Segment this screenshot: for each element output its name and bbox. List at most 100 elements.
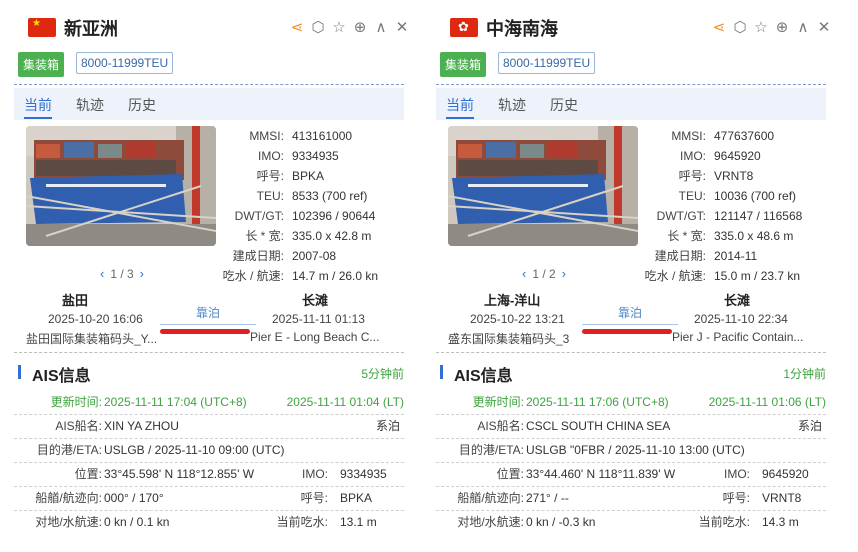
divider (14, 84, 404, 85)
tab-history[interactable]: 历史 (128, 95, 156, 115)
photo-pager: ‹ 1 / 2 › (504, 266, 584, 281)
info-value: 10036 (700 ref) (714, 189, 797, 203)
share-icon[interactable]: ⋖ (289, 17, 305, 37)
header-actions: ⋖ ⬡ ☆ ⊕ ∧ ✕ (711, 17, 832, 37)
divider (436, 352, 826, 353)
share-icon[interactable]: ⋖ (711, 17, 727, 37)
tab-bar: 当前 轨迹 历史 (14, 88, 404, 120)
ais-label: 对地/水航速: (35, 515, 102, 529)
prev-photo-icon[interactable]: ‹ (94, 266, 110, 281)
next-photo-icon[interactable]: › (134, 266, 150, 281)
teu-range-badge: 8000-11999TEU (76, 52, 174, 74)
info-value: 9334935 (292, 149, 339, 163)
ais-row: 对地/水航速: 0 kn / -0.3 kn 当前吃水: 14.3 m (434, 512, 834, 532)
route-arrow (582, 324, 678, 325)
section-marker (440, 365, 443, 379)
tab-current[interactable]: 当前 (24, 95, 52, 115)
tab-current[interactable]: 当前 (446, 95, 474, 115)
info-value: VRNT8 (714, 169, 754, 183)
info-value: 413161000 (292, 129, 353, 143)
info-label: IMO: (679, 149, 706, 163)
ais-value: 13.1 m (340, 515, 377, 529)
divider (14, 462, 404, 463)
nav-status: 系泊 (797, 419, 822, 433)
ais-row: AIS船名: XIN YA ZHOU 系泊 (12, 416, 412, 436)
info-label: 建成日期: (232, 249, 284, 263)
ship-photo[interactable] (26, 126, 216, 246)
vessel-info-list: MMSI: 413161000 IMO: 9334935 呼号: BPKA TE… (218, 126, 408, 286)
info-value: 335.0 x 42.8 m (292, 229, 372, 243)
ais-value: 2025-11-11 17:06 (UTC+8) (526, 395, 669, 409)
divider (14, 352, 404, 353)
ais-label: 位置: (496, 467, 524, 481)
tag-icon[interactable]: ⬡ (732, 17, 748, 37)
arrival-port: 长滩 (302, 293, 329, 308)
star-icon[interactable]: ☆ (753, 17, 769, 37)
locate-icon[interactable]: ⊕ (352, 17, 368, 37)
ais-value: 271° / -- (526, 491, 569, 505)
tab-bar: 当前 轨迹 历史 (436, 88, 826, 120)
info-label: 吃水 / 航速: (644, 269, 706, 283)
ship-photo[interactable] (448, 126, 638, 246)
info-row: 呼号: VRNT8 (640, 166, 830, 186)
ais-row: 目的港/ETA: USLGB "0FBR / 2025-11-10 13:00 … (434, 440, 834, 460)
star-icon[interactable]: ☆ (331, 17, 347, 37)
arrival-berth: Pier J - Pacific Contain... (672, 330, 804, 344)
arrival-time: 2025-11-10 22:34 (694, 312, 788, 326)
ais-row: 位置: 33°45.598' N 118°12.855' W IMO: 93349… (12, 464, 412, 484)
hong-kong-flag-icon: ✿ (450, 18, 478, 37)
locate-icon[interactable]: ⊕ (774, 17, 790, 37)
info-row: DWT/GT: 102396 / 90644 (218, 206, 408, 226)
red-underline (582, 329, 672, 334)
divider (436, 84, 826, 85)
ais-row: 目的港/ETA: USLGB / 2025-11-10 09:00 (UTC) (12, 440, 412, 460)
vessel-card: ★ 新亚洲 ⋖ ⬡ ☆ ⊕ ∧ ✕ 集装箱 8000-11999TEU 当前 轨… (12, 0, 412, 552)
info-value: 2014-11 (714, 249, 758, 263)
ais-value: BPKA (340, 491, 373, 505)
ais-section-title: AIS信息 (454, 368, 513, 385)
collapse-icon[interactable]: ∧ (373, 17, 389, 37)
ship-photo-svg (26, 126, 216, 246)
info-value: 2007-08 (292, 249, 337, 263)
info-label: TEU: (678, 189, 706, 203)
close-icon[interactable]: ✕ (816, 17, 832, 37)
tab-history[interactable]: 历史 (550, 95, 578, 115)
ais-label: 船艏/航迹向: (35, 491, 102, 505)
info-value: 15.0 m / 23.7 kn (714, 269, 801, 283)
ais-label: 呼号: (722, 491, 750, 505)
collapse-icon[interactable]: ∧ (795, 17, 811, 37)
info-row: 建成日期: 2014-11 (640, 246, 830, 266)
info-row: MMSI: 413161000 (218, 126, 408, 146)
info-label: TEU: (256, 189, 284, 203)
route-arrow (160, 324, 256, 325)
tag-icon[interactable]: ⬡ (310, 17, 326, 37)
departure-port: 盐田 (62, 293, 89, 308)
info-value: 9645920 (714, 149, 761, 163)
tab-track[interactable]: 轨迹 (76, 95, 104, 115)
vessel-info-list: MMSI: 477637600 IMO: 9645920 呼号: VRNT8 T… (640, 126, 830, 286)
divider (436, 510, 826, 511)
arrival-berth: Pier E - Long Beach C... (250, 330, 380, 344)
ais-value: 2025-11-11 01:06 (LT) (708, 395, 826, 409)
info-label: 长 * 宽: (245, 229, 284, 243)
divider (436, 414, 826, 415)
next-photo-icon[interactable]: › (556, 266, 572, 281)
prev-photo-icon[interactable]: ‹ (516, 266, 532, 281)
close-icon[interactable]: ✕ (394, 17, 410, 37)
divider (14, 438, 404, 439)
info-label: 呼号: (256, 169, 284, 183)
ais-value: USLGB "0FBR / 2025-11-10 13:00 (UTC) (526, 443, 745, 457)
ais-value: 14.3 m (762, 515, 799, 529)
voyage-status: 靠泊 (196, 306, 221, 320)
departure-port: 上海-洋山 (484, 293, 541, 308)
vessel-header: ★ 新亚洲 ⋖ ⬡ ☆ ⊕ ∧ ✕ (12, 10, 412, 44)
tab-track[interactable]: 轨迹 (498, 95, 526, 115)
divider (436, 462, 826, 463)
ais-value: 0 kn / 0.1 kn (104, 515, 170, 529)
ais-section-title: AIS信息 (32, 368, 91, 385)
info-value: 477637600 (714, 129, 775, 143)
arrival-port: 长滩 (724, 293, 751, 308)
departure-berth: 盛东国际集装箱码头_3 (448, 332, 570, 346)
ship-photo-svg (448, 126, 638, 246)
vessel-name: 新亚洲 (64, 19, 118, 39)
